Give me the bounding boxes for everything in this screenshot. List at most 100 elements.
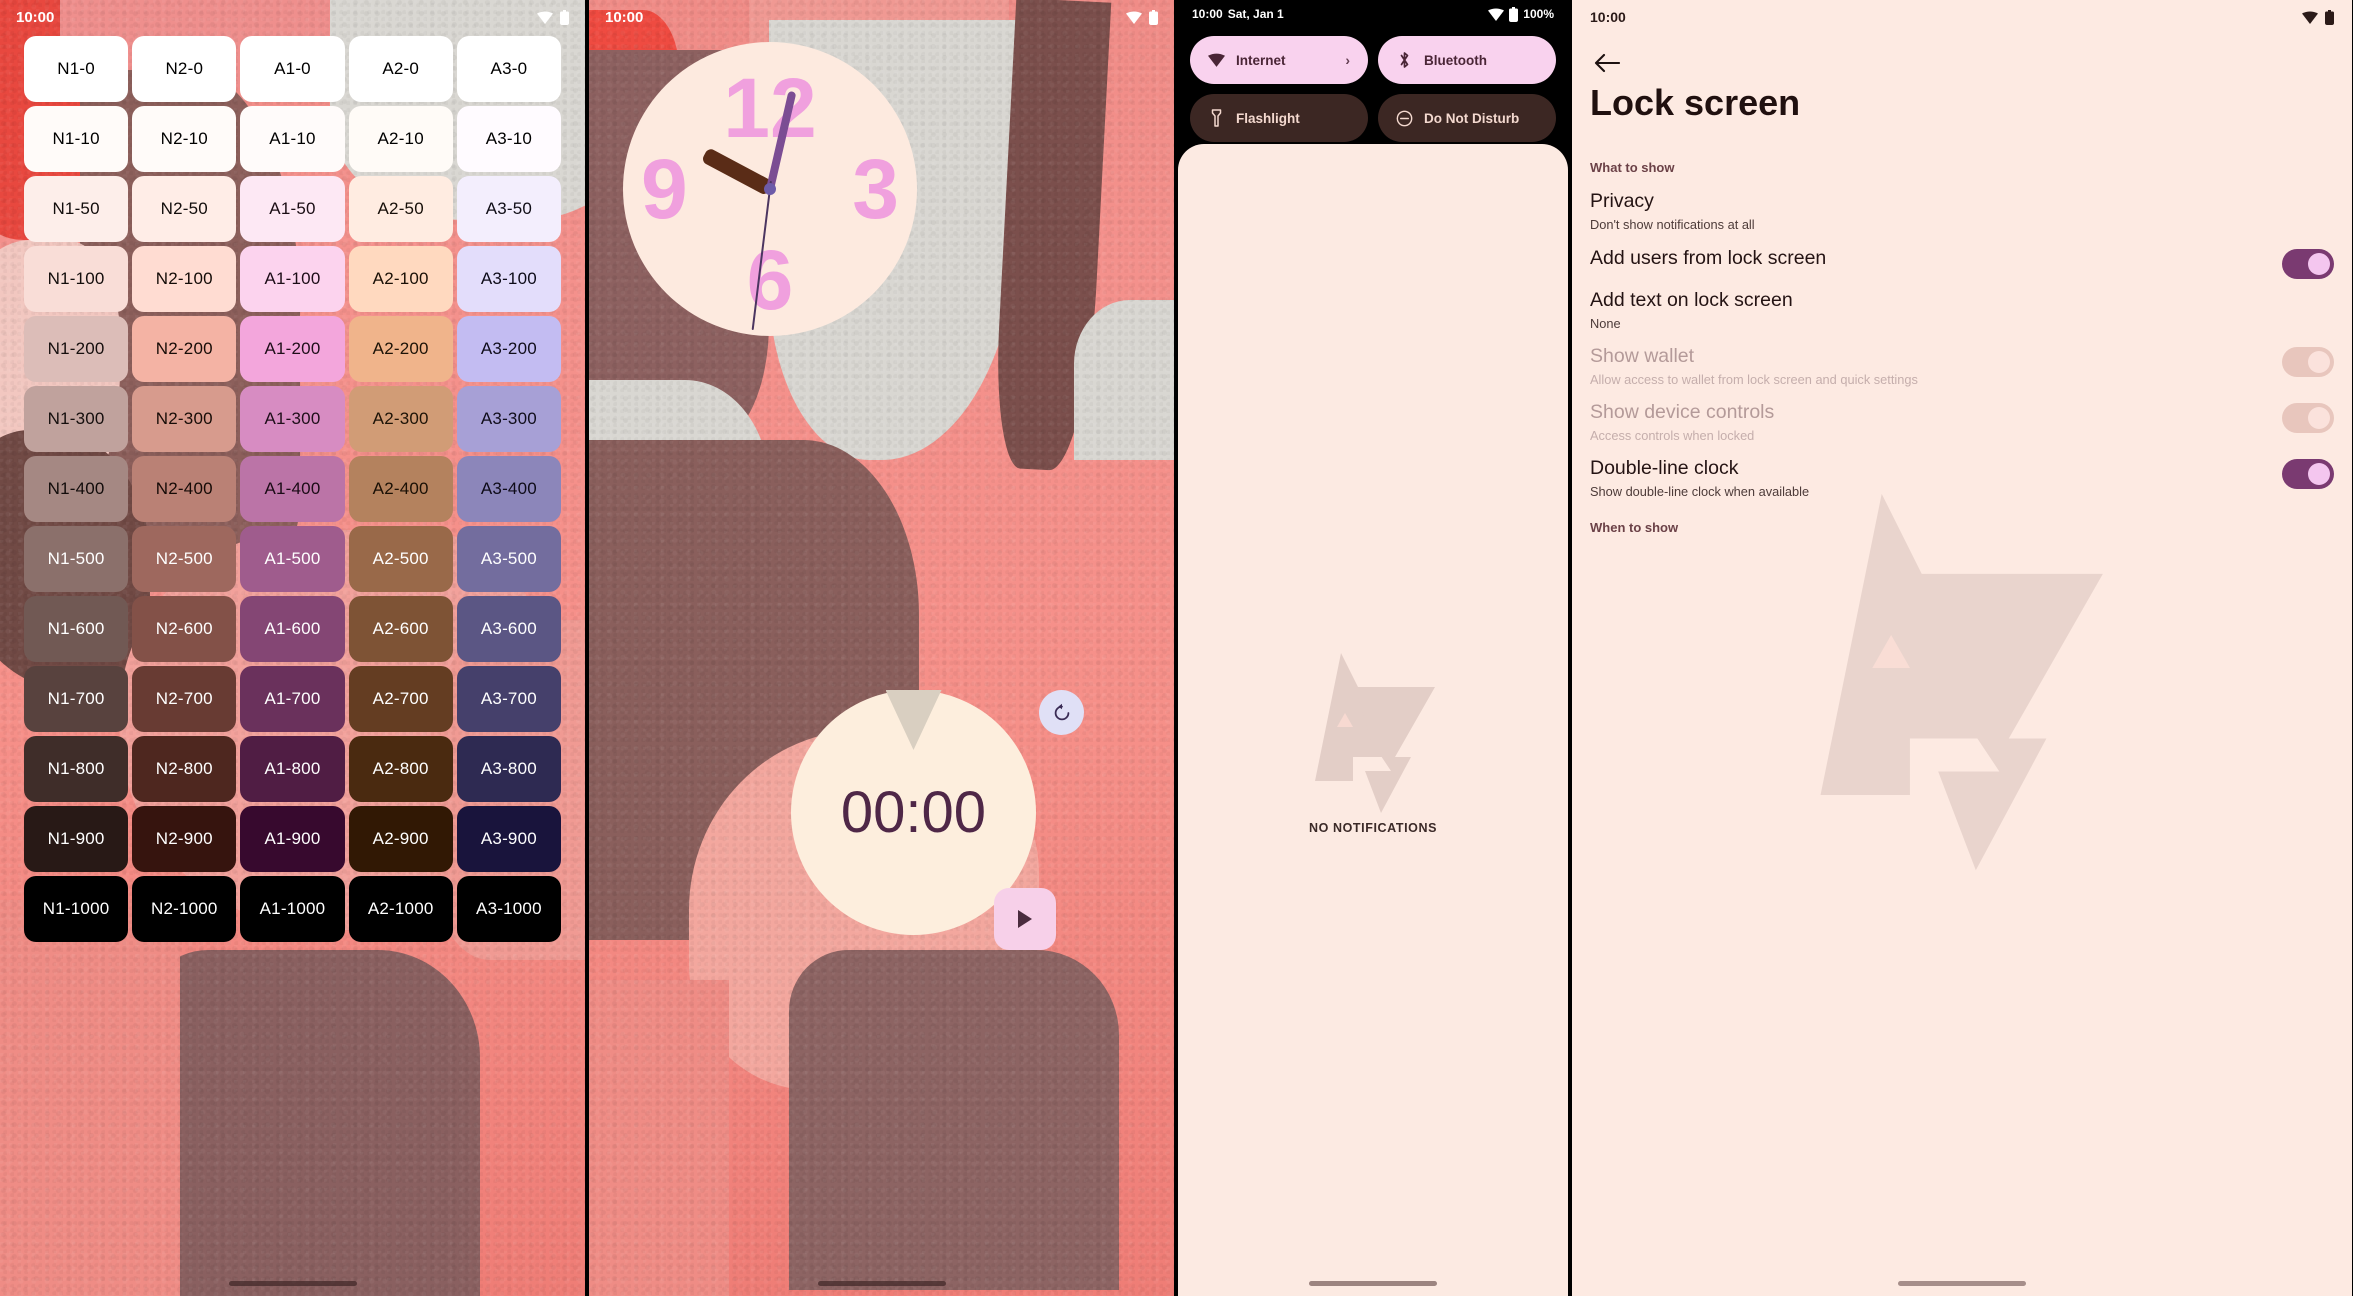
wifi-icon: [1208, 52, 1225, 69]
color-swatch-a3-500[interactable]: A3-500: [456, 526, 561, 592]
color-swatch-a2-500[interactable]: A2-500: [348, 526, 453, 592]
nav-gesture-pill[interactable]: [817, 1281, 946, 1286]
color-swatch-n2-700[interactable]: N2-700: [132, 666, 237, 732]
color-swatch-n2-1000[interactable]: N2-1000: [132, 876, 237, 942]
row-add-users-from-lock-screen[interactable]: Add users from lock screen: [1590, 247, 2334, 279]
qs-tile-label: Flashlight: [1236, 110, 1300, 126]
color-swatch-n1-1000[interactable]: N1-1000: [24, 876, 129, 942]
color-swatch-a2-300[interactable]: A2-300: [348, 386, 453, 452]
color-swatch-n2-10[interactable]: N2-10: [132, 106, 237, 172]
row-double-line-clock[interactable]: Double-line clock Show double-line clock…: [1590, 457, 2334, 499]
color-swatch-n1-500[interactable]: N1-500: [24, 526, 129, 592]
color-swatch-n1-700[interactable]: N1-700: [24, 666, 129, 732]
color-swatch-n1-10[interactable]: N1-10: [24, 106, 129, 172]
qs-tile-internet[interactable]: Internet ›: [1190, 36, 1368, 84]
color-swatch-a2-100[interactable]: A2-100: [348, 246, 453, 312]
color-swatch-a1-700[interactable]: A1-700: [240, 666, 345, 732]
color-swatch-a1-1000[interactable]: A1-1000: [240, 876, 345, 942]
toggle-show-device-controls[interactable]: [2282, 403, 2334, 433]
color-swatch-a3-1000[interactable]: A3-1000: [456, 876, 561, 942]
color-swatch-n1-200[interactable]: N1-200: [24, 316, 129, 382]
color-swatch-n1-0[interactable]: N1-0: [24, 36, 129, 102]
analog-clock-widget[interactable]: 12 3 6 9: [623, 42, 917, 336]
color-swatch-a1-600[interactable]: A1-600: [240, 596, 345, 662]
color-swatch-n2-100[interactable]: N2-100: [132, 246, 237, 312]
color-swatch-a2-600[interactable]: A2-600: [348, 596, 453, 662]
swatch-label: A3-100: [480, 269, 537, 288]
back-button[interactable]: [1586, 42, 1628, 84]
color-swatch-n1-900[interactable]: N1-900: [24, 806, 129, 872]
row-show-wallet[interactable]: Show wallet Allow access to wallet from …: [1590, 345, 2334, 387]
color-swatch-n1-400[interactable]: N1-400: [24, 456, 129, 522]
color-swatch-a3-800[interactable]: A3-800: [456, 736, 561, 802]
color-swatch-a2-900[interactable]: A2-900: [348, 806, 453, 872]
color-swatch-n2-200[interactable]: N2-200: [132, 316, 237, 382]
color-swatch-a1-900[interactable]: A1-900: [240, 806, 345, 872]
color-swatch-n2-50[interactable]: N2-50: [132, 176, 237, 242]
row-show-device-controls[interactable]: Show device controls Access controls whe…: [1590, 401, 2334, 443]
color-swatch-n2-0[interactable]: N2-0: [132, 36, 237, 102]
color-swatch-a3-300[interactable]: A3-300: [456, 386, 561, 452]
color-swatch-a1-200[interactable]: A1-200: [240, 316, 345, 382]
timer-play-button[interactable]: [994, 888, 1056, 950]
toggle-add-users-from-lock-screen[interactable]: [2282, 249, 2334, 279]
color-swatch-a1-800[interactable]: A1-800: [240, 736, 345, 802]
color-swatch-a2-800[interactable]: A2-800: [348, 736, 453, 802]
chevron-right-icon[interactable]: ›: [1345, 52, 1350, 68]
color-swatch-a3-10[interactable]: A3-10: [456, 106, 561, 172]
wallpaper-shape: [991, 0, 1112, 473]
color-swatch-a3-700[interactable]: A3-700: [456, 666, 561, 732]
qs-tile-bluetooth[interactable]: Bluetooth: [1378, 36, 1556, 84]
color-swatch-a3-100[interactable]: A3-100: [456, 246, 561, 312]
color-swatch-a3-200[interactable]: A3-200: [456, 316, 561, 382]
panel-quick-settings: 10:00 Sat, Jan 1 100% Internet › Bluetooth…: [1178, 0, 1568, 1296]
color-swatch-a2-700[interactable]: A2-700: [348, 666, 453, 732]
color-swatch-a1-500[interactable]: A1-500: [240, 526, 345, 592]
color-swatch-a1-100[interactable]: A1-100: [240, 246, 345, 312]
color-swatch-a1-0[interactable]: A1-0: [240, 36, 345, 102]
color-swatch-n1-100[interactable]: N1-100: [24, 246, 129, 312]
swatch-label: A3-300: [480, 409, 537, 428]
nav-gesture-pill[interactable]: [228, 1281, 357, 1286]
color-swatch-a2-1000[interactable]: A2-1000: [348, 876, 453, 942]
swatch-label: A2-800: [372, 759, 429, 778]
qs-tile-flashlight[interactable]: Flashlight: [1190, 94, 1368, 142]
color-swatch-a3-50[interactable]: A3-50: [456, 176, 561, 242]
color-swatch-a3-900[interactable]: A3-900: [456, 806, 561, 872]
qs-tile-do-not-disturb[interactable]: Do Not Disturb: [1378, 94, 1556, 142]
row-privacy[interactable]: Privacy Don't show notifications at all: [1590, 190, 2334, 232]
swatch-label: A3-400: [480, 479, 537, 498]
row-add-text-on-lock-screen[interactable]: Add text on lock screen None: [1590, 289, 2334, 331]
color-swatch-n2-400[interactable]: N2-400: [132, 456, 237, 522]
color-swatch-a1-50[interactable]: A1-50: [240, 176, 345, 242]
color-swatch-a1-300[interactable]: A1-300: [240, 386, 345, 452]
color-swatch-n1-600[interactable]: N1-600: [24, 596, 129, 662]
color-swatch-a2-50[interactable]: A2-50: [348, 176, 453, 242]
clock-center-cap: [764, 183, 776, 195]
color-swatch-a2-400[interactable]: A2-400: [348, 456, 453, 522]
color-swatch-n1-50[interactable]: N1-50: [24, 176, 129, 242]
toggle-show-wallet[interactable]: [2282, 347, 2334, 377]
swatch-label: A3-0: [490, 59, 528, 78]
color-swatch-n2-600[interactable]: N2-600: [132, 596, 237, 662]
color-swatch-a3-0[interactable]: A3-0: [456, 36, 561, 102]
color-swatch-n2-900[interactable]: N2-900: [132, 806, 237, 872]
color-swatch-a3-600[interactable]: A3-600: [456, 596, 561, 662]
wallpaper-shape: [0, 900, 180, 1296]
color-swatch-a1-400[interactable]: A1-400: [240, 456, 345, 522]
color-swatch-a3-400[interactable]: A3-400: [456, 456, 561, 522]
timer-reset-button[interactable]: [1039, 690, 1084, 735]
color-swatch-n2-300[interactable]: N2-300: [132, 386, 237, 452]
color-swatch-a2-200[interactable]: A2-200: [348, 316, 453, 382]
color-swatch-n1-800[interactable]: N1-800: [24, 736, 129, 802]
flashlight-icon: [1208, 109, 1225, 127]
color-swatch-n1-300[interactable]: N1-300: [24, 386, 129, 452]
nav-gesture-pill[interactable]: [1309, 1281, 1437, 1286]
color-swatch-n2-500[interactable]: N2-500: [132, 526, 237, 592]
nav-gesture-pill[interactable]: [1898, 1281, 2026, 1286]
color-swatch-a2-0[interactable]: A2-0: [348, 36, 453, 102]
color-swatch-a1-10[interactable]: A1-10: [240, 106, 345, 172]
color-swatch-a2-10[interactable]: A2-10: [348, 106, 453, 172]
toggle-double-line-clock[interactable]: [2282, 459, 2334, 489]
color-swatch-n2-800[interactable]: N2-800: [132, 736, 237, 802]
